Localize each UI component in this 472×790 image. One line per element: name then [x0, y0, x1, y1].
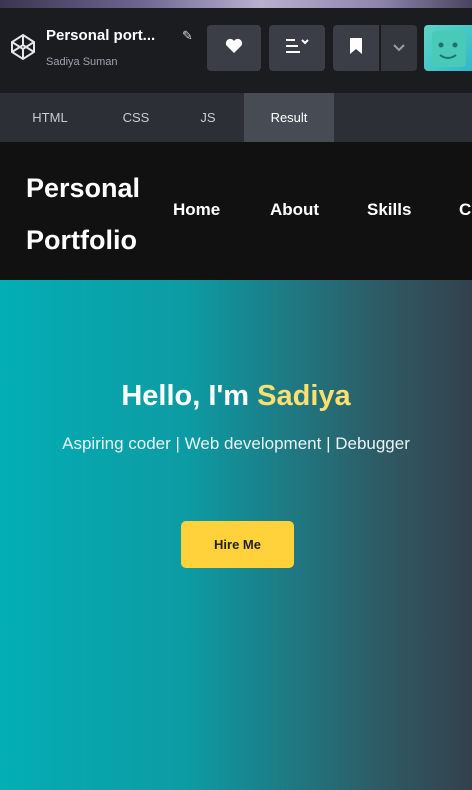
result-preview: Personal Portfolio Home About Skills C H…	[0, 142, 472, 790]
tab-js[interactable]: JS	[180, 93, 236, 142]
bookmark-icon	[349, 37, 363, 60]
like-button[interactable]	[207, 25, 261, 71]
hero-greeting: Hello, I'm	[121, 380, 250, 412]
layout-icon	[284, 37, 310, 60]
hero-subtitle: Aspiring coder | Web development | Debug…	[62, 434, 410, 453]
bookmark-button[interactable]	[333, 25, 379, 71]
hero-section: Hello, I'm Sadiya Aspiring coder | Web d…	[0, 280, 472, 790]
chevron-down-icon	[393, 39, 405, 57]
hero-name: Sadiya	[257, 380, 351, 412]
heart-icon	[225, 38, 243, 59]
tab-result[interactable]: Result	[244, 93, 334, 142]
site-brand: Personal Portfolio	[26, 173, 141, 255]
nav-link-home[interactable]: Home	[173, 200, 220, 220]
user-avatar[interactable]	[424, 25, 472, 71]
tab-css[interactable]: CSS	[104, 93, 168, 142]
layout-button[interactable]	[269, 25, 325, 71]
edit-pencil-icon[interactable]: ✎	[182, 28, 193, 44]
project-title[interactable]: Personal port...	[46, 27, 155, 44]
hero-heading: Hello, I'm Sadiya	[0, 380, 472, 413]
project-author[interactable]: Sadiya Suman	[46, 56, 118, 68]
codepen-logo-icon[interactable]	[8, 32, 38, 62]
nav-link-about[interactable]: About	[270, 200, 319, 220]
nav-link-skills[interactable]: Skills	[367, 200, 411, 220]
site-header: Personal Portfolio Home About Skills C	[0, 142, 472, 280]
hire-me-button[interactable]: Hire Me	[181, 521, 294, 568]
editor-header: Personal port... ✎ Sadiya Suman	[0, 8, 472, 93]
tab-html[interactable]: HTML	[13, 93, 87, 142]
editor-tabs: HTML CSS JS Result	[0, 93, 472, 142]
background-strip	[0, 0, 472, 8]
nav-link-contact[interactable]: C	[459, 200, 471, 220]
bookmark-dropdown[interactable]	[381, 25, 417, 71]
